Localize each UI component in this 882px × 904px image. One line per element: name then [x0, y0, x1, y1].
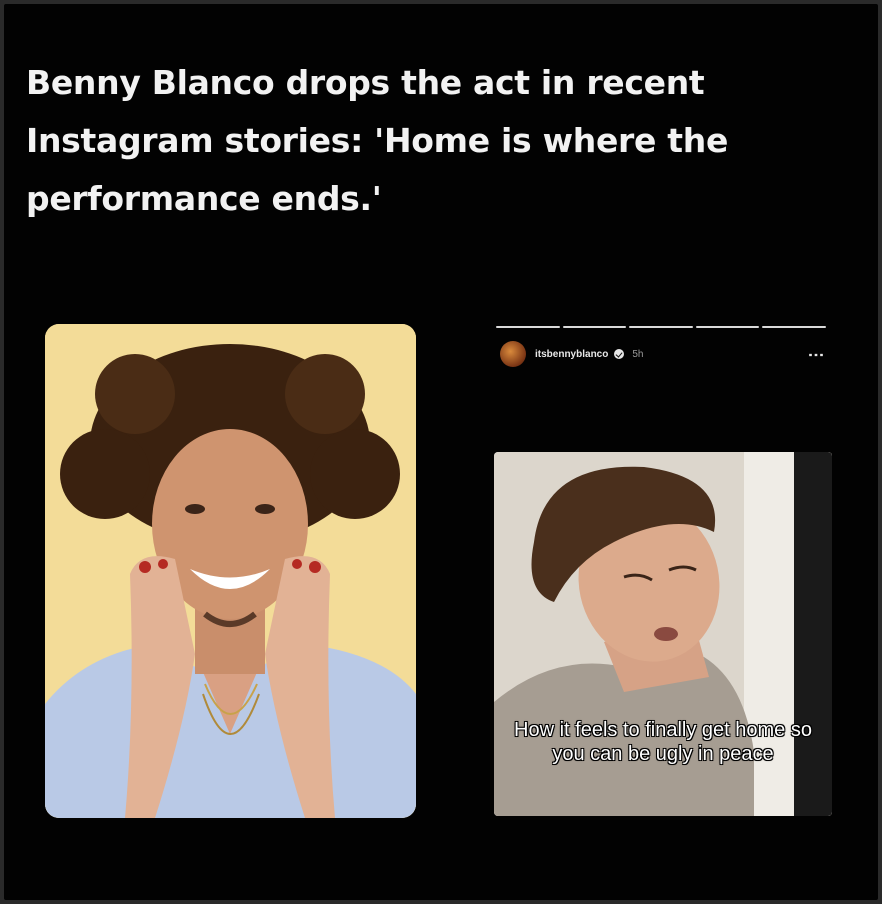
instagram-story: itsbennyblanco 5h ⋮ How it feels to fina… [490, 322, 832, 822]
portrait-illustration [45, 324, 416, 818]
more-options-icon[interactable]: ⋮ [807, 347, 824, 362]
avatar[interactable] [500, 341, 526, 367]
headline: Benny Blanco drops the act in recent Ins… [26, 63, 729, 218]
verified-badge-icon [614, 349, 625, 359]
progress-segment [762, 326, 826, 328]
story-photo[interactable]: How it feels to finally get home so you … [494, 452, 832, 816]
story-progress-bar [496, 326, 826, 329]
story-username[interactable]: itsbennyblanco [535, 349, 608, 360]
progress-segment [629, 326, 693, 328]
story-header: itsbennyblanco 5h ⋮ [500, 338, 824, 370]
post-card: Benny Blanco drops the act in recent Ins… [4, 4, 878, 900]
progress-segment [496, 326, 560, 328]
progress-segment [695, 326, 760, 328]
story-timestamp: 5h [632, 348, 644, 360]
progress-segment [562, 326, 627, 328]
story-caption: How it feels to finally get home so you … [514, 719, 812, 765]
portrait-photo[interactable] [45, 324, 416, 818]
